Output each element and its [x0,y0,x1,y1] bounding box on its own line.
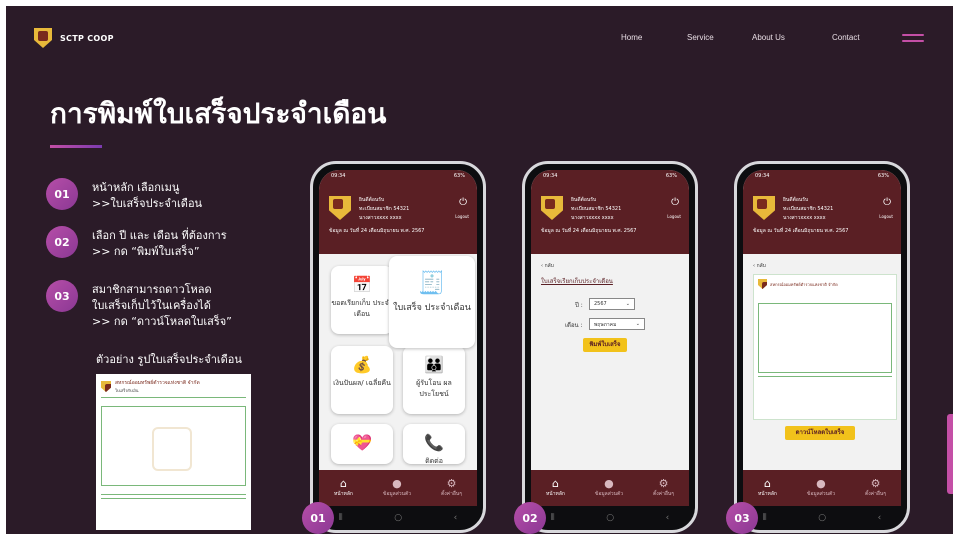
member-name: นางสาวxxxx xxxx [359,215,402,221]
side-scroll-tab[interactable] [947,414,953,494]
gear-icon: ⚙ [446,477,457,490]
recents-icon[interactable]: ⦀ [339,513,343,523]
tab-profile[interactable]: ● ข้อมูลส่วนตัว [807,478,835,498]
phone-step-number: 03 [726,502,758,534]
title-underline [50,145,102,148]
calendar-icon: 📅 [352,275,372,294]
menu-icon[interactable] [902,34,924,46]
phone-step-number: 01 [302,502,334,534]
menu-beneficiary[interactable]: 👪 ผู้รับโอน ผลประโยชน์ [403,346,465,414]
step-3: 03 สมาชิกสามารถดาวโหลด ใบเสร็จเก็บไว้ในเ… [46,280,232,330]
welcome-text: ยินดีต้อนรับ [359,197,385,203]
step-line: >> กด “ดาวน์โหลดใบเสร็จ” [92,315,232,328]
tab-settings[interactable]: ⚙ ตั้งค่าอื่นๆ [653,478,674,498]
people-icon: 👪 [424,355,444,374]
bottom-tabbar: ⌂ หน้าหลัก ● ข้อมูลส่วนตัว ⚙ ตั้งค่าอื่นๆ [319,470,477,506]
back-link[interactable]: ‹ กลับ [541,262,554,270]
power-icon[interactable]: ⏻ [883,197,891,208]
phone-mockup-1: 09:34 63% ยินดีต้อนรับ ทะเบียนสมาชิก 5432… [310,161,486,533]
logout-label[interactable]: Logout [455,214,469,219]
tab-home[interactable]: ⌂ หน้าหลัก [758,478,777,498]
app-header: ยินดีต้อนรับ ทะเบียนสมาชิก 54321 นางสาวx… [531,182,689,254]
sample-receipt-image: สหกรณ์ออมทรัพย์ตำรวจแห่งชาติ จำกัด ใบเสร… [96,374,251,530]
logout-label[interactable]: Logout [879,214,893,219]
tab-home[interactable]: ⌂ หน้าหลัก [546,478,565,498]
status-battery: 63% [453,173,465,179]
phone-mockup-3: 09:34 63% ยินดีต้อนรับ ทะเบียนสมาชิก 5432… [734,161,910,533]
step-2: 02 เลือก ปี และ เดือน ที่ต้องการ >> กด “… [46,226,227,260]
phone-mockup-2: 09:34 63% ยินดีต้อนรับ ทะเบียนสมาชิก 5432… [522,161,698,533]
slide: SCTP COOP Home Service About Us Contact … [6,6,953,534]
user-icon: ● [392,477,402,490]
bottom-tabbar: ⌂ หน้าหลัก ● ข้อมูลส่วนตัว ⚙ ตั้งค่าอื่นๆ [743,470,901,506]
step-line: ใบเสร็จเก็บไว้ในเครื่องได้ [92,299,211,312]
tab-settings[interactable]: ⚙ ตั้งค่าอื่นๆ [441,478,462,498]
nav-service[interactable]: Service [687,33,714,42]
step-line: สมาชิกสามารถดาวโหลด [92,283,212,296]
home-button-icon[interactable]: ○ [394,513,402,523]
step-number: 02 [46,226,78,258]
back-icon[interactable]: ‹ [454,513,458,523]
tab-profile[interactable]: ● ข้อมูลส่วนตัว [383,478,411,498]
receipt-table [101,406,246,486]
sample-label: ตัวอย่าง รูปใบเสร็จประจำเดือน [96,353,242,366]
tab-settings[interactable]: ⚙ ตั้งค่าอื่นๆ [865,478,886,498]
system-nav: ⦀ ○ ‹ [313,506,483,530]
system-nav: ⦀ ○ ‹ [550,513,670,523]
menu-contact[interactable]: 📞 ติดต่อ [403,424,465,465]
tab-profile[interactable]: ● ข้อมูลส่วนตัว [595,478,623,498]
power-icon[interactable]: ⏻ [459,197,467,208]
power-icon[interactable]: ⏻ [671,197,679,208]
app-header: ยินดีต้อนรับ ทะเบียนสมาชิก 54321 นางสาวx… [319,182,477,254]
status-time: 09:34 [331,173,346,179]
nav-contact[interactable]: Contact [832,33,860,42]
phone-icon: 📞 [424,433,444,452]
member-id: ทะเบียนสมาชิก 54321 [359,206,410,212]
tab-home[interactable]: ⌂ หน้าหลัก [334,478,353,498]
receipt-org: สหกรณ์ออมทรัพย์ตำรวจแห่งชาติ จำกัด [115,380,200,386]
month-label: เดือน : [565,322,583,329]
step-line: >>ใบเสร็จประจำเดือน [92,197,203,210]
app-header: ยินดีต้อนรับ ทะเบียนสมาชิก 54321 นางสาวx… [743,182,901,254]
menu-billing[interactable]: 📅 ขอตเรียกเก็บ ประจำเดือน [331,266,393,334]
month-select[interactable]: พฤษภาคม ⌄ [589,318,645,330]
bottom-tabbar: ⌂ หน้าหลัก ● ข้อมูลส่วนตัว ⚙ ตั้งค่าอื่นๆ [531,470,689,506]
heart-hand-icon: 💝 [352,433,372,452]
receipt-logo-icon [101,381,111,392]
system-nav: ⦀ ○ ‹ [762,513,882,523]
logout-label[interactable]: Logout [667,214,681,219]
app-logo-icon [329,196,351,220]
phone-step-number: 02 [514,502,546,534]
step-1: 01 หน้าหลัก เลือกเมนู >>ใบเสร็จประจำเดือ… [46,178,202,212]
step-line: หน้าหลัก เลือกเมนู [92,181,180,194]
data-date: ข้อมูล ณ วันที่ 24 เดือนมิถุนายน พ.ศ. 25… [329,228,425,234]
step-line: >> กด “พิมพ์ใบเสร็จ” [92,245,200,258]
home-icon: ⌂ [339,477,347,490]
nav-about[interactable]: About Us [752,33,785,42]
nav-home[interactable]: Home [621,33,642,42]
year-select[interactable]: 2567 ⌄ [589,298,635,310]
step-line: เลือก ปี และ เดือน ที่ต้องการ [92,229,227,242]
money-icon: 💰 [352,355,372,374]
download-receipt-button[interactable]: ดาวน์โหลดใบเสร็จ [785,426,855,440]
receipt-preview: สหกรณ์ออมทรัพย์ตำรวจแห่งชาติ จำกัด [753,274,897,420]
page-title: การพิมพ์ใบเสร็จประจำเดือน [50,97,387,130]
menu-welfare[interactable]: 💝 [331,424,393,464]
app-logo-icon [541,196,563,220]
menu-dividend[interactable]: 💰 เงินปันผล/ เฉลี่ยคืน [331,346,393,414]
back-link[interactable]: ‹ กลับ [753,262,766,270]
receipt-doc-title: ใบเสร็จรับเงิน [115,388,139,393]
app-logo-icon [753,196,775,220]
receipt-icon: 🧾 [418,271,446,296]
step-number: 01 [46,178,78,210]
menu-monthly-receipt[interactable]: 🧾 ใบเสร็จ ประจำเดือน [389,256,475,348]
year-label: ปี : [575,302,583,309]
print-receipt-button[interactable]: พิมพ์ใบเสร็จ [583,338,627,352]
receipt-heading: ใบเสร็จเรียกเก็บประจำเดือน [541,278,613,285]
step-number: 03 [46,280,78,312]
nav-links: Home Service About Us Contact [6,33,953,45]
